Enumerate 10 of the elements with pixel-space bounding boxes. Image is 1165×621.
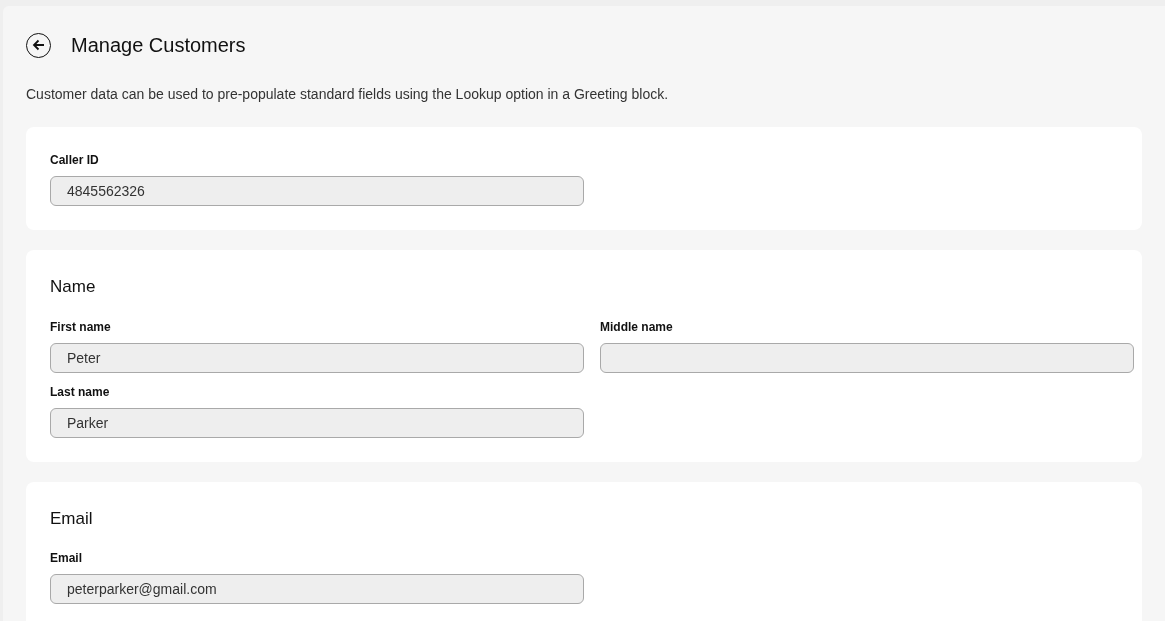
section-title: Email	[50, 507, 94, 530]
back-arrow-icon	[32, 39, 45, 51]
field-label: Middle name	[600, 318, 674, 336]
page-description: Customer data can be used to pre-populate standard fields using the Lookup option in a Greeting block.	[26, 85, 670, 104]
page-title: Manage Customers	[71, 33, 246, 58]
section-title: Name	[50, 276, 97, 298]
field-label: Email	[50, 550, 83, 567]
field-label: Caller ID	[50, 152, 100, 169]
field-label: Last name	[50, 383, 111, 401]
field-label: First name	[50, 318, 112, 336]
